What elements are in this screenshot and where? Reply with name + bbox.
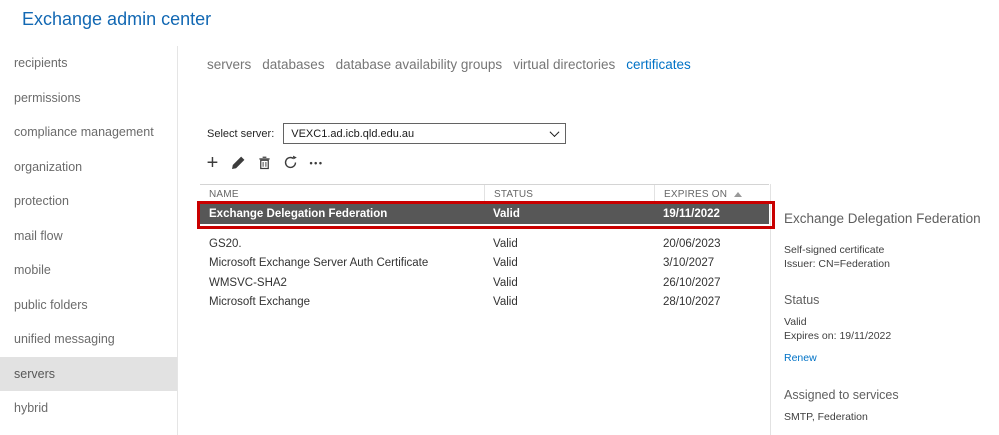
column-header-expires-on[interactable]: EXPIRES ON [654, 185, 769, 203]
server-select-row: Select server: VEXC1.ad.icb.qld.edu.au [207, 123, 566, 144]
server-select-value: VEXC1.ad.icb.qld.edu.au [291, 128, 414, 140]
certificate-expires-on: 26/10/2027 [654, 277, 769, 289]
certificate-name: WMSVC-SHA2 [200, 277, 484, 289]
certificate-status: Valid [484, 277, 654, 289]
sidebar-item-mail-flow[interactable]: mail flow [0, 219, 177, 254]
table-header-row: NAME STATUS EXPIRES ON [200, 184, 769, 204]
sidebar-item-compliance-management[interactable]: compliance management [0, 115, 177, 150]
details-pane-divider [770, 184, 771, 435]
sidebar-item-recipients[interactable]: recipients [0, 46, 177, 81]
tab-certificates[interactable]: certificates [626, 57, 691, 72]
details-title: Exchange Delegation Federation [784, 211, 996, 226]
certificate-expires-on: 28/10/2027 [654, 296, 769, 308]
certificate-expires-on: 20/06/2023 [654, 238, 769, 250]
ellipsis-icon: ••• [310, 158, 324, 168]
certificate-type-text: Self-signed certificate [784, 244, 996, 258]
tab-databases[interactable]: databases [262, 57, 324, 72]
status-value: Valid [784, 316, 996, 330]
certificate-details-pane: Exchange Delegation Federation Self-sign… [784, 211, 996, 425]
table-row[interactable]: Exchange Delegation Federation Valid 19/… [200, 204, 769, 224]
certificates-toolbar: + [204, 152, 325, 173]
certificate-expires-on: 3/10/2027 [654, 257, 769, 269]
certificate-name: GS20. [200, 238, 484, 250]
column-header-status[interactable]: STATUS [484, 185, 654, 203]
column-header-name[interactable]: NAME [200, 185, 484, 203]
expires-on-text: Expires on: 19/11/2022 [784, 330, 996, 344]
certificate-expires-on: 19/11/2022 [654, 208, 769, 220]
status-heading: Status [784, 293, 996, 307]
sidebar-item-hybrid[interactable]: hybrid [0, 391, 177, 426]
sidebar-item-mobile[interactable]: mobile [0, 253, 177, 288]
table-row[interactable]: GS20. Valid 20/06/2023 [200, 234, 769, 254]
plus-icon: + [207, 154, 219, 172]
tab-bar: servers databases database availability … [207, 57, 691, 72]
trash-icon [257, 155, 272, 170]
sort-ascending-icon [734, 192, 742, 197]
server-select-dropdown[interactable]: VEXC1.ad.icb.qld.edu.au [283, 123, 566, 144]
refresh-icon [283, 155, 298, 170]
certificates-table: NAME STATUS EXPIRES ON Exchange Delegati… [200, 184, 769, 312]
tab-database-availability-groups[interactable]: database availability groups [336, 57, 503, 72]
sidebar-item-protection[interactable]: protection [0, 184, 177, 219]
certificate-name: Exchange Delegation Federation [200, 208, 484, 220]
sidebar-item-permissions[interactable]: permissions [0, 81, 177, 116]
sidebar-item-unified-messaging[interactable]: unified messaging [0, 322, 177, 357]
certificate-name: Microsoft Exchange [200, 296, 484, 308]
certificate-name: Microsoft Exchange Server Auth Certifica… [200, 257, 484, 269]
certificate-status: Valid [484, 257, 654, 269]
pencil-icon [231, 155, 246, 170]
assigned-services-heading: Assigned to services [784, 388, 996, 402]
tab-servers[interactable]: servers [207, 57, 251, 72]
delete-button[interactable] [256, 152, 273, 173]
add-button[interactable]: + [204, 152, 221, 173]
tab-virtual-directories[interactable]: virtual directories [513, 57, 615, 72]
table-row[interactable]: Microsoft Exchange Server Auth Certifica… [200, 254, 769, 274]
sidebar-item-organization[interactable]: organization [0, 150, 177, 185]
table-row[interactable]: WMSVC-SHA2 Valid 26/10/2027 [200, 273, 769, 293]
sidebar: recipients permissions compliance manage… [0, 46, 177, 426]
page-title: Exchange admin center [22, 9, 211, 30]
sidebar-divider [177, 46, 178, 435]
certificate-status: Valid [484, 238, 654, 250]
more-button[interactable]: ••• [308, 152, 325, 173]
certificate-status: Valid [484, 208, 654, 220]
select-server-label: Select server: [207, 128, 274, 140]
assigned-services-value: SMTP, Federation [784, 411, 996, 425]
sidebar-item-public-folders[interactable]: public folders [0, 288, 177, 323]
certificate-status: Valid [484, 296, 654, 308]
table-row[interactable]: Microsoft Exchange Valid 28/10/2027 [200, 293, 769, 313]
exchange-admin-center-window: Exchange admin center recipients permiss… [0, 0, 999, 435]
refresh-button[interactable] [282, 152, 299, 173]
sidebar-item-servers[interactable]: servers [0, 357, 177, 392]
renew-link[interactable]: Renew [784, 352, 817, 364]
chevron-down-icon [550, 127, 560, 137]
edit-button[interactable] [230, 152, 247, 173]
certificate-issuer-text: Issuer: CN=Federation [784, 258, 996, 272]
